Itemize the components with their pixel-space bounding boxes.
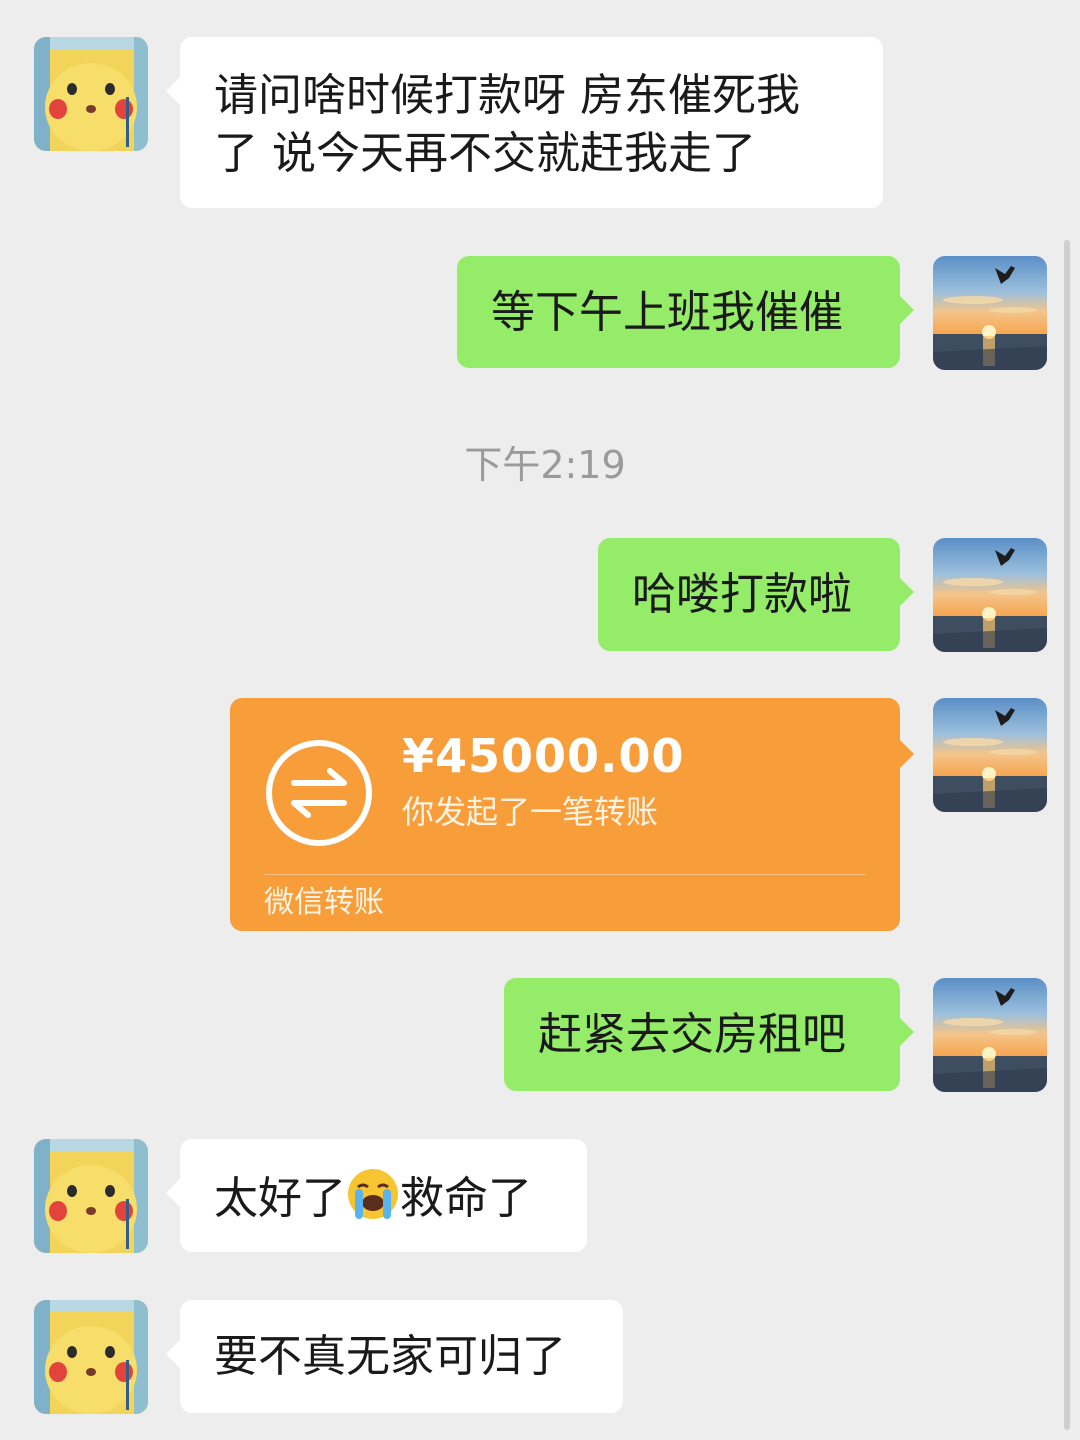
message-bubble-outgoing[interactable]: 等下午上班我催催 [457, 256, 914, 368]
sunset-seagull-avatar-icon [933, 698, 1047, 812]
chat-scrollbar[interactable] [1064, 240, 1070, 1430]
sunset-seagull-avatar-icon [933, 978, 1047, 1092]
transfer-label: 微信转账 [264, 885, 384, 920]
message-bubble-incoming[interactable]: 要不真无家可归了 [166, 1300, 623, 1413]
contact-avatar[interactable] [34, 1300, 148, 1414]
contact-avatar[interactable] [34, 37, 148, 151]
sunset-seagull-avatar-icon [933, 256, 1047, 370]
loudly-crying-face-icon [348, 1169, 398, 1219]
transfer-divider [264, 874, 866, 875]
pikachu-avatar-icon [34, 1300, 148, 1414]
message-timestamp: 下午2:19 [464, 443, 626, 487]
transfer-amount: ¥45000.00 [402, 729, 685, 783]
message-text: 要不真无家可归了 [214, 1331, 566, 1382]
message-text-line-2: 了 说今天再不交就赶我走了 [214, 128, 756, 179]
pikachu-avatar-icon [34, 37, 148, 151]
message-bubble-incoming[interactable]: 太好了 救命了 [166, 1139, 587, 1252]
message-text: 哈喽打款啦 [632, 569, 852, 620]
contact-avatar[interactable] [34, 1139, 148, 1253]
message-text-line-1: 请问啥时候打款呀 房东催死我 [214, 70, 800, 121]
message-bubble-outgoing[interactable]: 哈喽打款啦 [598, 538, 914, 651]
pikachu-avatar-icon [34, 1139, 148, 1253]
message-text: 赶紧去交房租吧 [538, 1009, 846, 1060]
message-text-after-emoji: 救命了 [400, 1173, 532, 1224]
message-bubble-incoming[interactable]: 请问啥时候打款呀 房东催死我 了 说今天再不交就赶我走了 [166, 37, 883, 208]
message-text: 等下午上班我催催 [491, 287, 843, 338]
message-bubble-outgoing[interactable]: 赶紧去交房租吧 [504, 978, 914, 1091]
transfer-arrows-icon [266, 740, 372, 846]
wechat-transfer-card[interactable]: ¥45000.00 你发起了一笔转账 微信转账 [230, 698, 914, 931]
self-avatar[interactable] [933, 698, 1047, 812]
self-avatar[interactable] [933, 256, 1047, 370]
self-avatar[interactable] [933, 538, 1047, 652]
sunset-seagull-avatar-icon [933, 538, 1047, 652]
transfer-description: 你发起了一笔转账 [402, 793, 659, 831]
message-text-before-emoji: 太好了 [214, 1173, 346, 1224]
self-avatar[interactable] [933, 978, 1047, 1092]
